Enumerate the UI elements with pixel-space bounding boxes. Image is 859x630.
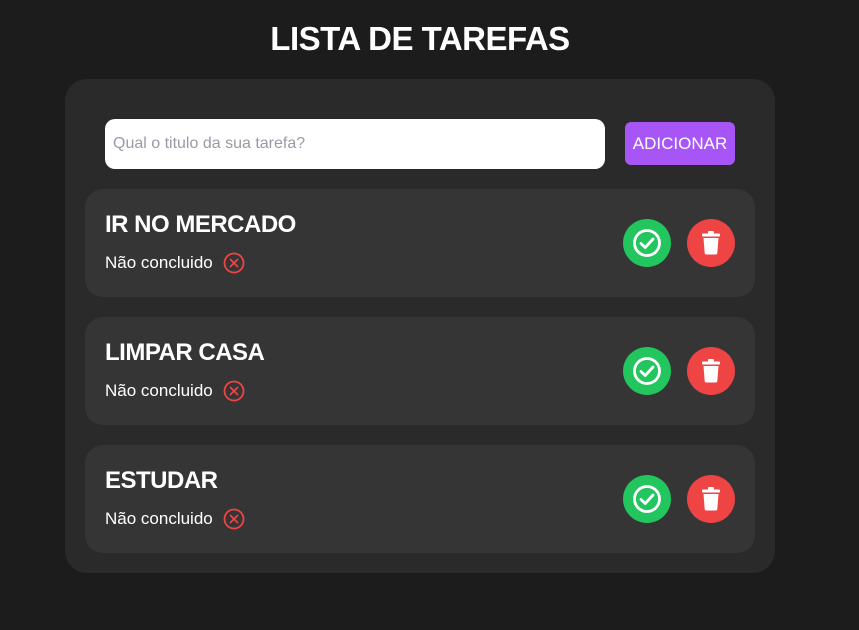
task-title: IR NO MERCADO xyxy=(105,211,296,238)
trash-icon xyxy=(701,487,721,511)
check-circle-icon xyxy=(632,484,662,514)
task-status-label: Não concluido xyxy=(105,253,213,272)
task-title: LIMPAR CASA xyxy=(105,339,265,366)
task-status: Não concluido xyxy=(105,251,245,275)
x-circle-icon xyxy=(223,380,245,402)
trash-icon xyxy=(701,359,721,383)
complete-task-button[interactable] xyxy=(623,347,671,395)
trash-icon xyxy=(701,231,721,255)
task-status: Não concluido xyxy=(105,379,245,403)
task-item: LIMPAR CASA Não concluido xyxy=(85,317,755,425)
task-title: ESTUDAR xyxy=(105,467,218,494)
add-task-form: ADICIONAR xyxy=(105,119,735,169)
check-circle-icon xyxy=(632,228,662,258)
task-status-label: Não concluido xyxy=(105,509,213,528)
task-title-input[interactable] xyxy=(105,119,605,169)
complete-task-button[interactable] xyxy=(623,475,671,523)
delete-task-button[interactable] xyxy=(687,219,735,267)
complete-task-button[interactable] xyxy=(623,219,671,267)
check-circle-icon xyxy=(632,356,662,386)
task-status: Não concluido xyxy=(105,507,245,531)
task-item: ESTUDAR Não concluido xyxy=(85,445,755,553)
x-circle-icon xyxy=(223,508,245,530)
todo-card: ADICIONAR IR NO MERCADO Não concluido LI… xyxy=(65,79,775,573)
task-status-label: Não concluido xyxy=(105,381,213,400)
page-title: LISTA DE TAREFAS xyxy=(270,20,570,57)
x-circle-icon xyxy=(223,252,245,274)
task-item: IR NO MERCADO Não concluido xyxy=(85,189,755,297)
add-task-button[interactable]: ADICIONAR xyxy=(625,122,735,165)
delete-task-button[interactable] xyxy=(687,347,735,395)
delete-task-button[interactable] xyxy=(687,475,735,523)
